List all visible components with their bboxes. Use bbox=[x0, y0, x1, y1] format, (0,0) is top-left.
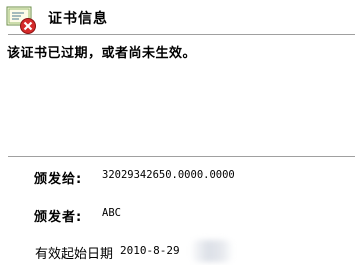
issued-by-value: ABC bbox=[102, 207, 121, 219]
certificate-info-panel: 证书信息 该证书已过期，或者尚未生效。 颁发给: 32029342650.000… bbox=[0, 0, 355, 265]
section-divider bbox=[8, 156, 355, 157]
header-divider bbox=[8, 34, 355, 35]
valid-from-value: 2010-8-29 bbox=[120, 244, 180, 257]
issued-to-label: 颁发给: bbox=[34, 172, 83, 187]
issued-by-label: 颁发者: bbox=[34, 210, 83, 225]
page-title: 证书信息 bbox=[48, 11, 108, 27]
issued-to-row: 颁发给: 32029342650.0000.0000 bbox=[34, 168, 235, 187]
valid-from-row: 有效起始日期 2010-8-29 bbox=[35, 243, 180, 262]
certificate-error-icon bbox=[6, 6, 36, 34]
expired-warning-text: 该证书已过期，或者尚未生效。 bbox=[7, 46, 197, 61]
valid-from-label: 有效起始日期 bbox=[35, 247, 114, 262]
issued-to-value: 32029342650.0000.0000 bbox=[102, 169, 235, 181]
redaction-blur bbox=[192, 240, 232, 262]
header: 证书信息 bbox=[0, 0, 355, 34]
issued-by-row: 颁发者: ABC bbox=[34, 206, 121, 225]
